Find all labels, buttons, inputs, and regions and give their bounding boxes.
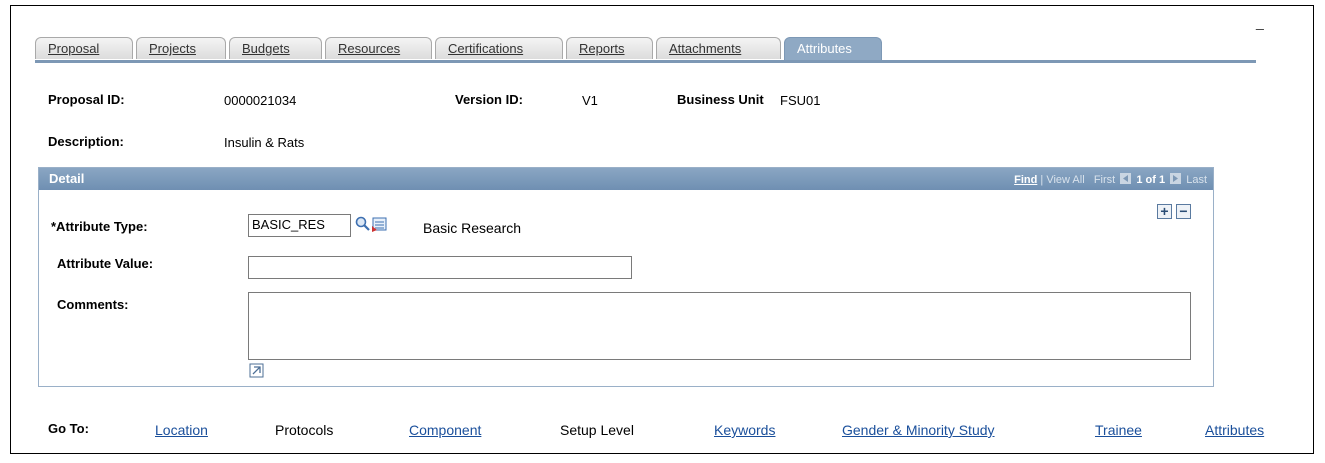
goto-protocols: Protocols (275, 422, 334, 438)
goto-trainee-link[interactable]: Trainee (1095, 422, 1142, 438)
lookup-icon[interactable] (355, 216, 371, 235)
attribute-value-input[interactable] (248, 256, 632, 279)
attribute-type-input[interactable]: BASIC_RES (248, 214, 351, 237)
row-navigation: Find | View All First 1 of 1 Last (1014, 173, 1207, 186)
goto-setup-level: Setup Level (560, 422, 634, 438)
expand-text-icon[interactable] (249, 363, 264, 381)
row-count: 1 of 1 (1136, 174, 1166, 186)
tab-resources[interactable]: Resources (325, 37, 432, 59)
proposal-id-label: Proposal ID: (48, 92, 125, 107)
previous-arrow-icon (1120, 173, 1132, 184)
minimize-button[interactable]: _ (1256, 14, 1264, 30)
tab-attributes[interactable]: Attributes (784, 37, 882, 60)
version-id-value: V1 (582, 93, 598, 108)
business-unit-label: Business Unit (677, 92, 764, 107)
view-all-link: View All (1046, 174, 1085, 186)
description-label: Description: (48, 134, 124, 149)
proposal-id-value: 0000021034 (224, 93, 297, 108)
tab-certifications[interactable]: Certifications (435, 37, 563, 59)
goto-location-link[interactable]: Location (155, 422, 208, 438)
add-row-button[interactable]: + (1157, 204, 1172, 219)
goto-keywords-link[interactable]: Keywords (714, 422, 775, 438)
tab-projects[interactable]: Projects (136, 37, 226, 59)
detail-grid: Detail Find | View All First 1 of 1 Last… (38, 167, 1214, 387)
tab-underline (35, 60, 1256, 63)
tab-budgets[interactable]: Budgets (229, 37, 322, 59)
first-label: First (1093, 174, 1116, 186)
comments-textarea[interactable] (248, 292, 1191, 360)
detail-lookup-icon[interactable] (372, 216, 388, 235)
detail-header: Detail Find | View All First 1 of 1 Last (39, 168, 1213, 190)
attribute-type-label: *Attribute Type: (51, 219, 148, 234)
version-id-label: Version ID: (455, 92, 523, 107)
goto-gender-minority-link[interactable]: Gender & Minority Study (842, 422, 995, 438)
goto-component-link[interactable]: Component (409, 422, 481, 438)
delete-row-button[interactable]: − (1176, 204, 1191, 219)
attribute-value-label: Attribute Value: (57, 256, 154, 271)
last-label: Last (1186, 174, 1207, 186)
find-link[interactable]: Find (1014, 174, 1037, 186)
detail-title: Detail (49, 171, 85, 186)
tab-reports[interactable]: Reports (566, 37, 653, 59)
business-unit-value: FSU01 (780, 93, 821, 108)
attribute-type-description: Basic Research (423, 220, 522, 236)
goto-label: Go To: (48, 421, 89, 436)
description-value: Insulin & Rats (224, 135, 305, 150)
comments-label: Comments: (57, 297, 129, 312)
next-arrow-icon (1170, 173, 1182, 184)
tab-proposal[interactable]: Proposal (35, 37, 133, 59)
tab-attachments[interactable]: Attachments (656, 37, 781, 59)
goto-attributes-link[interactable]: Attributes (1205, 422, 1264, 438)
